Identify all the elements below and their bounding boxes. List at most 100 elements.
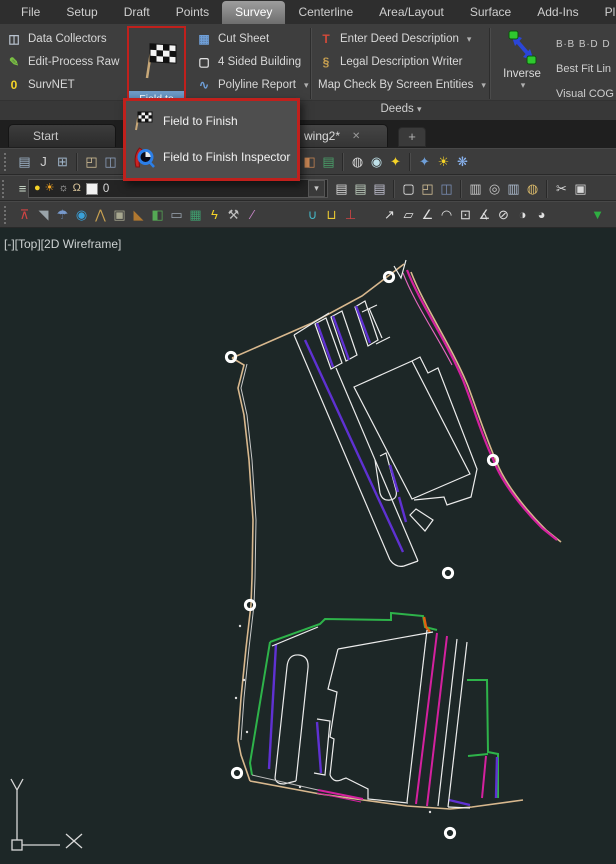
menu-points[interactable]: Points (163, 1, 222, 24)
cut-sheet-button[interactable]: ▦Cut Sheet (196, 29, 309, 49)
stockpile-icon[interactable]: ◣ (129, 205, 148, 225)
menu-area-layout[interactable]: Area/Layout (366, 1, 457, 24)
ribbon-separator (310, 28, 312, 99)
inquiry-slope-icon[interactable]: ∡ (475, 205, 494, 225)
tab-start[interactable]: Start (8, 124, 116, 147)
edit-process-raw-button[interactable]: ✎Edit-Process Raw (6, 52, 119, 72)
brush-icon[interactable]: ∕ (243, 205, 262, 225)
survnet-button[interactable]: 0SurvNET (6, 75, 119, 95)
enter-deed-description-button[interactable]: TEnter Deed Description▾ (318, 29, 486, 49)
legal-description-writer-button[interactable]: §Legal Description Writer (318, 52, 486, 72)
menu-item-field-to-finish[interactable]: Field to Finish (126, 107, 297, 135)
layers-state-icon[interactable]: ▤ (332, 179, 351, 199)
toolbar-row-3: ⊼◥☂◉⋀▣◣◧▭▦ϟ⚒∕ ∪⊔⊥ ↗▱∠◠⊡∡⊘◑◕ ▼ (0, 201, 616, 228)
open-drawing-icon[interactable]: ◰ (82, 152, 101, 172)
camera-icon[interactable]: ▣ (110, 205, 129, 225)
save-drawing-icon[interactable]: ◫ (101, 152, 120, 172)
open-file-icon[interactable]: ◰ (418, 179, 437, 199)
drill-rig-icon[interactable]: ⊥ (341, 205, 360, 225)
toolbar-separator (409, 153, 411, 171)
light-image-icon[interactable]: ☀ (434, 152, 453, 172)
drawing-canvas[interactable] (0, 228, 616, 864)
menu-add-ins[interactable]: Add-Ins (524, 1, 591, 24)
toolbar-grip[interactable] (4, 206, 10, 224)
layers-settings-icon[interactable]: ▤ (370, 179, 389, 199)
image-export-icon[interactable]: ▤ (15, 152, 34, 172)
visual-eye-icon[interactable]: ◉ (367, 152, 386, 172)
landscape-icon[interactable]: ▦ (186, 205, 205, 225)
inquiry-polygon-icon[interactable]: ⊡ (456, 205, 475, 225)
filter-icon[interactable]: ▼ (588, 205, 607, 225)
cut-icon[interactable]: ✂ (552, 179, 571, 199)
magic-wand-icon[interactable]: ✦ (386, 152, 405, 172)
eplot-icon[interactable]: ▥ (504, 179, 523, 199)
layer-combo[interactable]: ●☀☼Ω 0 ▾ (28, 179, 328, 198)
inquiry-angle-icon[interactable]: ∠ (418, 205, 437, 225)
new-tab-button[interactable]: + (398, 127, 426, 147)
toolbar-grip[interactable] (4, 153, 10, 171)
data-collectors-button[interactable]: ◫Data Collectors (6, 29, 119, 49)
dump-truck-icon[interactable]: ⊔ (322, 205, 341, 225)
best-fit-line-button[interactable]: Best Fit Lin (556, 57, 616, 82)
button-label: 4 Sided Building (218, 56, 301, 68)
render-sphere-icon[interactable]: ◍ (348, 152, 367, 172)
paste-icon[interactable]: ▣ (571, 179, 590, 199)
menu-centerline[interactable]: Centerline (285, 1, 366, 24)
new-file-icon[interactable]: ▢ (399, 179, 418, 199)
lower-green-boundary (250, 613, 498, 798)
menu-survey[interactable]: Survey (222, 1, 285, 24)
toolbar-row-1: ▤J⊞◰◫▢▢▢▢ ◧▤◍◉✦✦☀❋ (0, 148, 616, 175)
earth-icon[interactable]: ◉ (72, 205, 91, 225)
image-adjust-icon[interactable]: ◧ (300, 152, 319, 172)
viewport-controls-label[interactable]: [-][Top][2D Wireframe] (4, 237, 121, 251)
lower-magenta-lines (317, 633, 486, 806)
inquiry-distance-icon[interactable]: ↗ (380, 205, 399, 225)
toolbar-grip[interactable] (2, 180, 8, 198)
sketch-icon[interactable]: J (34, 152, 53, 172)
deeds-panel-label[interactable]: Deeds ▾ (316, 103, 486, 115)
publish-icon[interactable]: ◍ (523, 179, 542, 199)
polyline-report-button[interactable]: ∿Polyline Report▾ (196, 75, 309, 95)
gear-image-icon[interactable]: ❋ (453, 152, 472, 172)
wand-image-icon[interactable]: ✦ (415, 152, 434, 172)
inquiry-circle-icon[interactable]: ◑ (513, 205, 532, 225)
menu-plug-ins[interactable]: Plug-ins (592, 1, 616, 24)
four-sided-building-button[interactable]: ▢4 Sided Building (196, 52, 309, 72)
inquiry-area-icon[interactable]: ▱ (399, 205, 418, 225)
pick-axe-icon[interactable]: ⋀ (91, 205, 110, 225)
toolbar-separator (546, 180, 548, 198)
close-icon[interactable]: ✕ (352, 131, 360, 142)
color-layers-icon[interactable]: ▤ (319, 152, 338, 172)
mine-cart-icon[interactable]: ∪ (303, 205, 322, 225)
menu-item-field-to-finish-inspector[interactable]: Field to Finish Inspector (126, 142, 297, 172)
inquiry-strike-icon[interactable]: ⊘ (494, 205, 513, 225)
copy-drawing-icon[interactable]: ⊞ (53, 152, 72, 172)
total-station-icon[interactable]: ⊼ (15, 205, 34, 225)
layers-previous-icon[interactable]: ▤ (351, 179, 370, 199)
monitor-icon[interactable]: ▭ (167, 205, 186, 225)
hammers-icon[interactable]: ⚒ (224, 205, 243, 225)
menu-draft[interactable]: Draft (111, 1, 163, 24)
drawing-area[interactable]: [-][Top][2D Wireframe] (0, 228, 616, 864)
ucs-icon[interactable] (11, 779, 82, 850)
print-preview-icon[interactable]: ◎ (485, 179, 504, 199)
lightning-icon[interactable]: ϟ (205, 205, 224, 225)
hydrology-icon[interactable]: ☂ (53, 205, 72, 225)
print-icon[interactable]: ▥ (466, 179, 485, 199)
image-green-icon[interactable]: ◧ (148, 205, 167, 225)
survnet-icon: 0 (6, 77, 22, 93)
menu-file[interactable]: File (8, 1, 53, 24)
menu-setup[interactable]: Setup (53, 1, 110, 24)
road-icon[interactable]: ◥ (34, 205, 53, 225)
map-check-button[interactable]: Map Check By Screen Entities▾ (318, 75, 486, 95)
bearing-bearing-buttons[interactable]: B∙B B∙D D (556, 32, 616, 57)
inquiry-curve-icon[interactable]: ◠ (437, 205, 456, 225)
toolbar-separator (342, 153, 344, 171)
save-file-icon[interactable]: ◫ (437, 179, 456, 199)
chevron-down-icon: ▾ (417, 104, 422, 114)
inquiry-circles-icon[interactable]: ◕ (532, 205, 551, 225)
inverse-icon (503, 28, 541, 68)
checkered-flag-icon (130, 109, 156, 133)
menu-surface[interactable]: Surface (457, 1, 524, 24)
chevron-down-icon[interactable]: ▾ (308, 180, 325, 197)
